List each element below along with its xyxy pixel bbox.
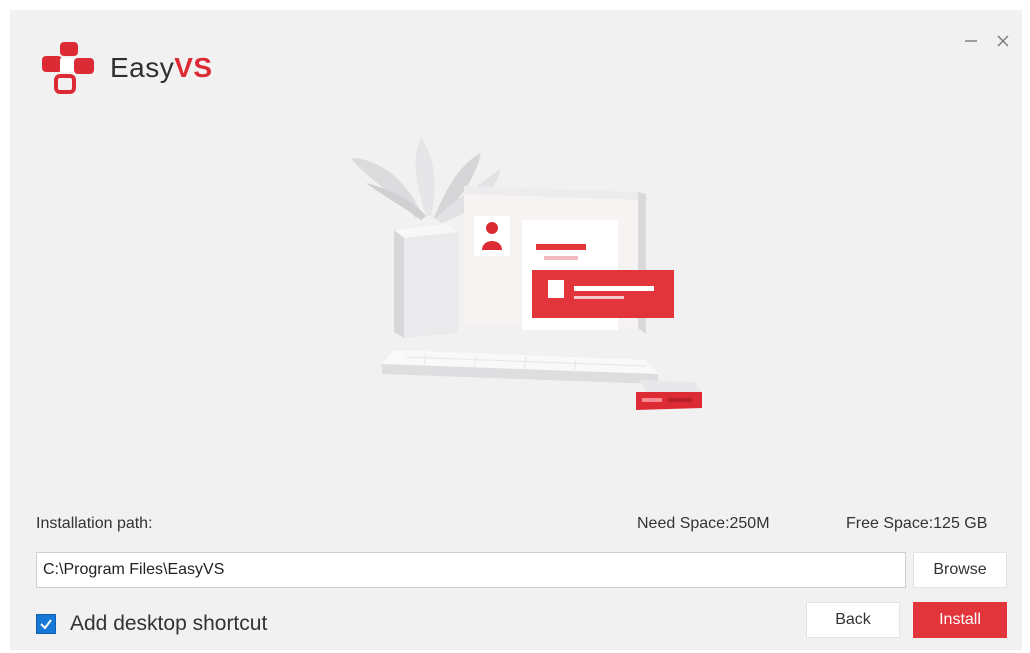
need-space-text: Need Space:250M — [637, 515, 770, 532]
close-icon — [997, 35, 1009, 47]
computer-illustration — [351, 138, 702, 410]
checkmark-icon — [40, 619, 52, 630]
app-name-suffix: VS — [174, 52, 213, 83]
browse-button[interactable]: Browse — [913, 552, 1007, 588]
desktop-shortcut-label: Add desktop shortcut — [70, 612, 268, 635]
easyvs-logo — [42, 42, 94, 94]
app-name: Easy VS — [110, 52, 213, 84]
minimize-icon — [965, 40, 977, 42]
installation-path-label: Installation path: — [36, 515, 153, 532]
installation-path-input[interactable] — [36, 552, 906, 588]
mouse-illustration — [636, 380, 702, 410]
desktop-shortcut-checkbox[interactable] — [36, 614, 56, 634]
desktop-shortcut-option[interactable]: Add desktop shortcut — [36, 612, 267, 636]
close-button[interactable] — [994, 32, 1012, 50]
app-name-prefix: Easy — [110, 52, 175, 83]
install-button[interactable]: Install — [913, 602, 1007, 638]
minimize-button[interactable] — [962, 32, 980, 50]
monitor-illustration — [464, 186, 674, 334]
brand: Easy VS — [38, 40, 213, 96]
pot-illustration — [394, 224, 458, 338]
keyboard-illustration — [382, 350, 658, 384]
back-button[interactable]: Back — [806, 602, 900, 638]
free-space-text: Free Space:125 GB — [846, 515, 988, 532]
installer-window: Easy VS Installation path: Need Space:25… — [10, 10, 1022, 650]
